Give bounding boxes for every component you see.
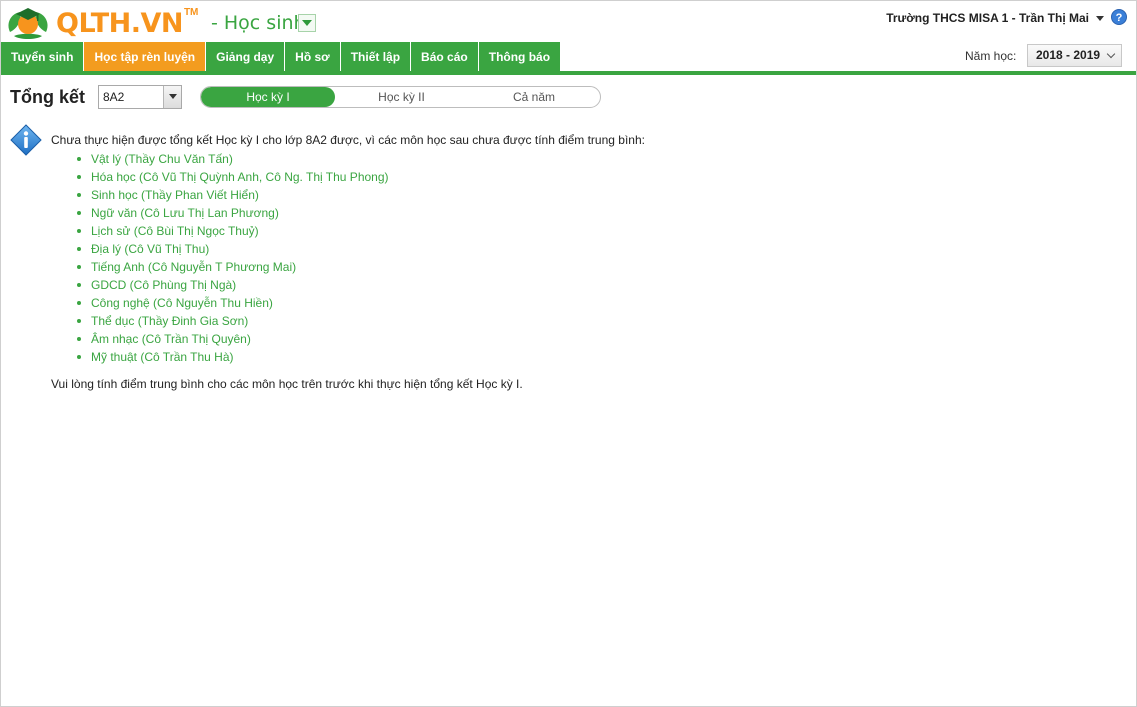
logo-text: QLTH.VN [56,7,183,39]
class-select[interactable]: 8A2 [98,85,182,109]
logo-trademark: TM [183,6,199,18]
subject-item[interactable]: Công nghệ (Cô Nguyễn Thu Hiền) [75,294,389,312]
nav-item-thong-bao[interactable]: Thông báo [478,42,561,72]
tab-hoc-ky-2[interactable]: Học kỳ II [335,87,468,107]
nav-item-ho-so[interactable]: Hồ sơ [285,42,340,72]
subject-item[interactable]: Ngữ văn (Cô Lưu Thị Lan Phương) [75,204,389,222]
subject-item[interactable]: Lịch sử (Cô Bùi Thị Ngọc Thuỷ) [75,222,389,240]
user-menu[interactable]: Trường THCS MISA 1 - Trần Thị Mai [886,11,1104,25]
subject-item[interactable]: Âm nhạc (Cô Trần Thị Quyên) [75,330,389,348]
tab-hoc-ky-1[interactable]: Học kỳ I [201,87,335,107]
school-year-value: 2018 - 2019 [1036,48,1101,62]
subject-item[interactable]: Tiếng Anh (Cô Nguyễn T Phương Mai) [75,258,389,276]
subject-item[interactable]: Mỹ thuật (Cô Trần Thu Hà) [75,348,389,366]
help-icon[interactable]: ? [1111,9,1127,25]
subject-item[interactable]: Địa lý (Cô Vũ Thị Thu) [75,240,389,258]
user-info-text: Trường THCS MISA 1 - Trần Thị Mai [886,11,1089,25]
class-select-value: 8A2 [103,90,125,104]
school-year-label: Năm học: [965,49,1017,63]
term-segmented-control: Học kỳ I Học kỳ II Cả năm [200,86,601,108]
module-label: - Học sinh [211,12,306,34]
nav-item-giang-day[interactable]: Giảng dạy [206,42,285,72]
info-icon [10,124,42,156]
school-year-select[interactable]: 2018 - 2019 [1027,44,1122,67]
logo[interactable]: QLTH.VN TM [4,2,198,42]
chevron-down-icon [1106,49,1116,59]
page-title: Tổng kết [10,87,85,107]
subject-item[interactable]: Sinh học (Thầy Phan Viết Hiển) [75,186,389,204]
subject-item[interactable]: Vật lý (Thầy Chu Văn Tấn) [75,150,389,168]
nav-item-tuyen-sinh[interactable]: Tuyển sinh [1,42,84,72]
nav-item-hoc-tap-ren-luyen[interactable]: Học tập rèn luyện [84,42,206,72]
footer-message: Vui lòng tính điểm trung bình cho các mô… [51,377,523,391]
nav-item-bao-cao[interactable]: Báo cáo [411,42,478,72]
subject-item[interactable]: Thể dục (Thầy Đinh Gia Sơn) [75,312,389,330]
subject-list: Vật lý (Thầy Chu Văn Tấn) Hóa học (Cô Vũ… [75,150,389,366]
tab-ca-nam[interactable]: Cả năm [468,87,600,107]
subject-item[interactable]: GDCD (Cô Phùng Thị Ngà) [75,276,389,294]
nav-item-thiet-lap[interactable]: Thiết lập [340,42,411,72]
info-message: Chưa thực hiện được tổng kết Học kỳ I ch… [51,133,645,147]
main-nav: Tuyển sinh Học tập rèn luyện Giảng dạy H… [1,42,561,72]
caret-down-icon [1096,15,1104,21]
subject-item[interactable]: Hóa học (Cô Vũ Thị Quỳnh Anh, Cô Ng. Thị… [75,168,389,186]
module-dropdown-button[interactable] [298,14,316,32]
graduation-leaf-icon [4,2,52,42]
dropdown-arrow-icon[interactable] [163,86,181,108]
nav-divider [1,71,1136,75]
